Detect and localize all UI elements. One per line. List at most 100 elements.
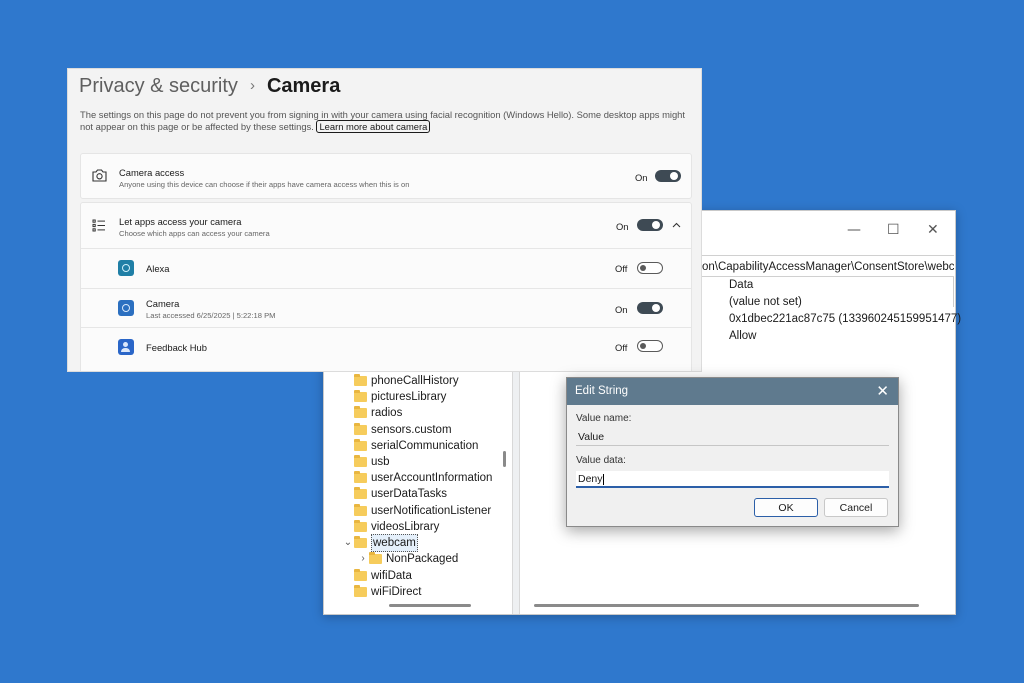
breadcrumb: Privacy & security › Camera bbox=[79, 73, 340, 101]
value-name-label: Value name: bbox=[576, 413, 632, 424]
let-apps-toggle[interactable] bbox=[637, 219, 663, 231]
ok-button[interactable]: OK bbox=[754, 498, 818, 517]
list-icon bbox=[92, 219, 105, 232]
value-row[interactable]: 0x1dbec221ac87c75 (133960245159951477) bbox=[729, 311, 961, 328]
tree-item-label: NonPackaged bbox=[386, 553, 459, 565]
dialog-title-bar[interactable]: Edit String bbox=[567, 378, 898, 405]
folder-icon bbox=[354, 585, 367, 597]
tree-item[interactable]: sensors.custom bbox=[354, 422, 452, 438]
folder-icon bbox=[354, 520, 367, 532]
tree-item[interactable]: serialCommunication bbox=[354, 438, 478, 454]
minimize-button[interactable]: — bbox=[847, 223, 861, 237]
tree-item[interactable]: wiFiDirect bbox=[354, 584, 421, 600]
chevron-down-icon[interactable]: ⌄ bbox=[342, 535, 354, 551]
tree-item-label: sensors.custom bbox=[371, 424, 452, 436]
tree-item-label: serialCommunication bbox=[371, 440, 479, 452]
let-apps-subtitle: Choose which apps can access your camera bbox=[119, 229, 270, 238]
tree-item[interactable]: userAccountInformation bbox=[354, 470, 492, 486]
folder-icon bbox=[354, 374, 367, 386]
alexa-icon bbox=[118, 260, 134, 276]
folder-icon bbox=[354, 423, 367, 435]
tree-item-webcam[interactable]: ⌄ webcam bbox=[342, 534, 418, 552]
camera-icon bbox=[92, 169, 107, 182]
value-data-label: Value data: bbox=[576, 455, 626, 466]
value-row[interactable]: Allow bbox=[729, 328, 961, 345]
value-row[interactable]: (value not set) bbox=[729, 294, 961, 311]
tree-item-label: picturesLibrary bbox=[371, 391, 447, 403]
close-icon[interactable]: ✕ bbox=[876, 378, 889, 405]
app-name: Feedback Hub bbox=[146, 342, 207, 353]
tree-scrollbar[interactable] bbox=[503, 451, 506, 467]
tree-item-label: userNotificationListener bbox=[371, 505, 492, 517]
folder-icon bbox=[369, 552, 382, 564]
value-data-input[interactable]: Deny bbox=[576, 471, 889, 488]
app-row-camera: Camera Last accessed 6/25/2025 | 5:22:18… bbox=[81, 289, 691, 327]
tree-item-label: radios bbox=[371, 407, 403, 419]
data-column-header[interactable]: Data bbox=[729, 277, 961, 294]
tree-item-label: phoneCallHistory bbox=[371, 375, 459, 387]
folder-icon bbox=[354, 504, 367, 516]
value-data-text: Deny bbox=[578, 473, 603, 485]
values-horizontal-scrollbar[interactable] bbox=[534, 604, 919, 607]
camera-access-card: Camera access Anyone using this device c… bbox=[80, 153, 692, 199]
folder-icon bbox=[354, 471, 367, 483]
chevron-right-icon[interactable]: › bbox=[357, 551, 369, 567]
tree-item-label: wiFiDirect bbox=[371, 586, 422, 598]
maximize-button[interactable]: ☐ bbox=[887, 223, 900, 237]
tree-item[interactable]: videosLibrary bbox=[354, 519, 439, 535]
alexa-toggle[interactable] bbox=[637, 262, 663, 274]
cancel-button[interactable]: Cancel bbox=[824, 498, 888, 517]
address-text: on\CapabilityAccessManager\ConsentStore\… bbox=[702, 261, 954, 273]
tree-item[interactable]: userNotificationListener bbox=[354, 503, 491, 519]
tree-item-label: wifiData bbox=[371, 570, 412, 582]
feedback-hub-icon bbox=[118, 339, 134, 355]
folder-icon bbox=[354, 455, 367, 467]
tree-horizontal-scrollbar[interactable] bbox=[389, 604, 471, 607]
folder-icon bbox=[354, 487, 367, 499]
app-last-accessed: Last accessed 6/25/2025 | 5:22:18 PM bbox=[146, 311, 276, 320]
camera-app-toggle[interactable] bbox=[637, 302, 663, 314]
edit-string-dialog: Edit String ✕ Value name: Value Value da… bbox=[566, 377, 899, 527]
tree-item-label: usb bbox=[371, 456, 390, 468]
pane-splitter[interactable] bbox=[512, 371, 520, 614]
breadcrumb-parent[interactable]: Privacy & security bbox=[79, 75, 238, 97]
app-row-alexa: Alexa Off bbox=[81, 249, 691, 287]
breadcrumb-separator: › bbox=[249, 77, 255, 94]
camera-app-icon bbox=[118, 300, 134, 316]
folder-icon bbox=[354, 536, 367, 548]
app-name: Camera bbox=[146, 298, 180, 309]
tree-item[interactable]: phoneCallHistory bbox=[354, 373, 459, 389]
camera-access-state: On bbox=[635, 172, 648, 183]
settings-window: Privacy & security › Camera The settings o… bbox=[67, 68, 702, 372]
tree-item-label: userAccountInformation bbox=[371, 472, 493, 484]
close-button[interactable]: ✕ bbox=[927, 223, 939, 237]
let-apps-title: Let apps access your camera bbox=[119, 216, 242, 227]
key-tree: phoneCallHistory picturesLibrary radios … bbox=[324, 371, 512, 600]
page-title: Camera bbox=[266, 75, 341, 97]
dialog-title: Edit String bbox=[575, 385, 629, 397]
page-description: The settings on this page do not prevent… bbox=[80, 109, 690, 133]
tree-item[interactable]: picturesLibrary bbox=[354, 389, 446, 405]
feedback-hub-toggle[interactable] bbox=[637, 340, 663, 352]
let-apps-state: On bbox=[616, 221, 629, 232]
app-name: Alexa bbox=[146, 263, 170, 274]
values-scrollbar[interactable] bbox=[953, 277, 954, 307]
let-apps-card: Let apps access your camera Choose which… bbox=[80, 202, 692, 371]
camera-access-title: Camera access bbox=[119, 167, 185, 178]
folder-icon bbox=[354, 569, 367, 581]
app-row-feedback-hub: Feedback Hub Off bbox=[81, 328, 691, 366]
tree-item[interactable]: userDataTasks bbox=[354, 486, 447, 502]
chevron-up-icon[interactable] bbox=[672, 222, 681, 228]
camera-access-toggle[interactable] bbox=[655, 170, 681, 182]
values-pane: Data (value not set) 0x1dbec221ac87c75 (… bbox=[729, 277, 961, 345]
text-caret bbox=[602, 473, 604, 485]
tree-item-label: videosLibrary bbox=[371, 521, 440, 533]
learn-more-link[interactable]: Learn more about camera bbox=[316, 120, 431, 133]
tree-item[interactable]: usb bbox=[354, 454, 390, 470]
app-state: On bbox=[615, 304, 628, 315]
tree-item[interactable]: radios bbox=[354, 405, 402, 421]
app-state: Off bbox=[615, 263, 628, 274]
folder-icon bbox=[354, 406, 367, 418]
tree-item[interactable]: wifiData bbox=[354, 568, 412, 584]
tree-item[interactable]: › NonPackaged bbox=[357, 551, 458, 567]
